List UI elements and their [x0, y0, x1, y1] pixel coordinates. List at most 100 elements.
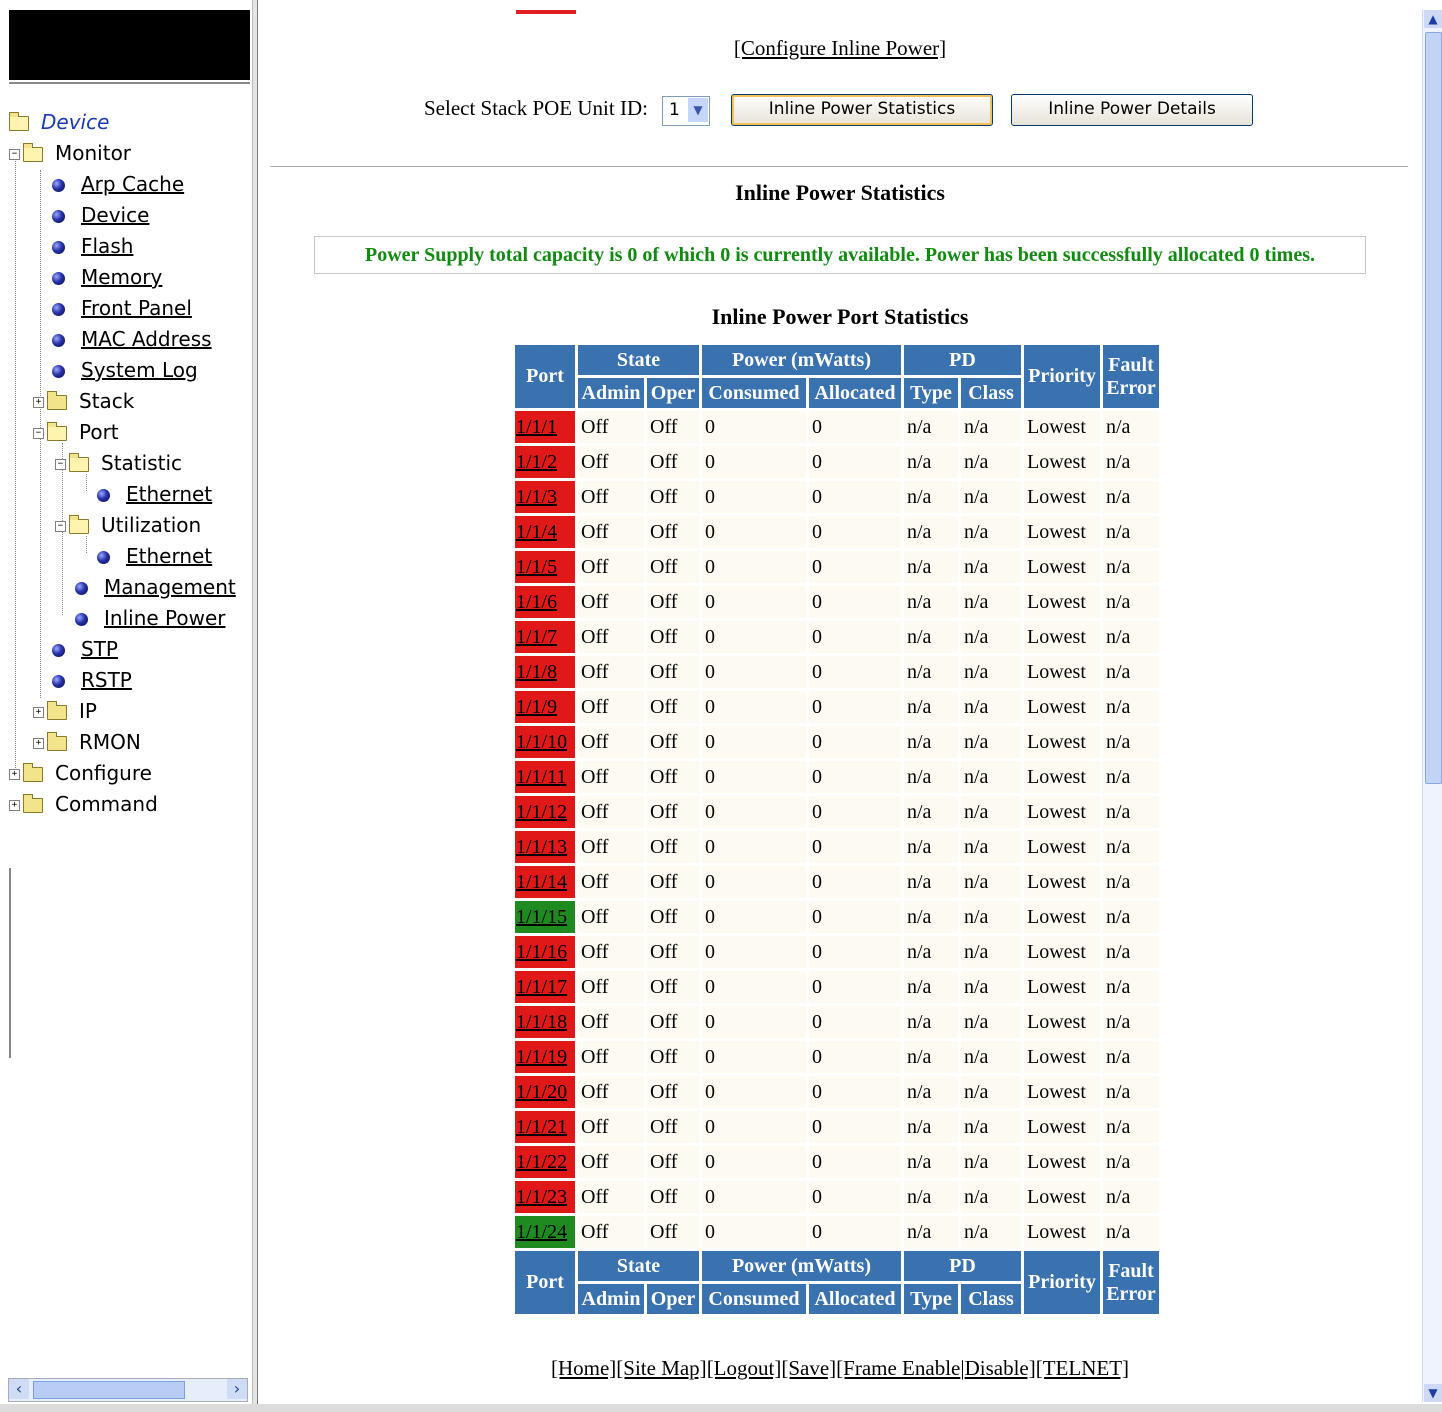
port-cell[interactable]: 1/1/2 [515, 446, 575, 478]
minus-box-icon[interactable]: − [9, 149, 20, 160]
nav-horizontal-scrollbar[interactable]: ‹ › [8, 1378, 248, 1402]
frame-enable-link[interactable]: [Frame Enable [836, 1356, 960, 1380]
col-fault-error: Fault Error [1103, 1251, 1159, 1314]
plus-box-icon[interactable]: + [33, 707, 44, 718]
folder-icon [47, 701, 67, 720]
tree-link[interactable]: Front Panel [81, 296, 192, 320]
tree-item-stp[interactable]: STP [52, 635, 118, 663]
port-cell[interactable]: 1/1/13 [515, 831, 575, 863]
port-cell[interactable]: 1/1/18 [515, 1006, 575, 1038]
tree-link[interactable]: STP [81, 637, 118, 661]
tree-node-configure[interactable]: + Configure [9, 759, 152, 787]
port-cell[interactable]: 1/1/5 [515, 551, 575, 583]
port-cell[interactable]: 1/1/8 [515, 656, 575, 688]
tree-item-front-panel[interactable]: Front Panel [52, 294, 192, 322]
port-cell[interactable]: 1/1/16 [515, 936, 575, 968]
tree-node-port[interactable]: − Port [33, 418, 119, 446]
port-cell[interactable]: 1/1/23 [515, 1181, 575, 1213]
tree-item-system-log[interactable]: System Log [52, 356, 198, 384]
tree-node-command[interactable]: + Command [9, 790, 158, 818]
scroll-thumb[interactable] [33, 1381, 185, 1399]
minus-box-icon[interactable]: − [55, 459, 66, 470]
tree-node-rmon[interactable]: + RMON [33, 728, 141, 756]
home-link[interactable]: [Home] [551, 1356, 616, 1380]
priority-cell: Lowest [1024, 481, 1100, 513]
port-cell[interactable]: 1/1/1 [515, 411, 575, 443]
port-cell[interactable]: 1/1/11 [515, 761, 575, 793]
inline-power-details-button[interactable]: Inline Power Details [1011, 94, 1253, 126]
admin-cell: Off [578, 1181, 644, 1213]
tree-node-utilization[interactable]: − Utilization [55, 511, 201, 539]
scroll-left-icon[interactable]: ‹ [9, 1379, 29, 1399]
port-cell[interactable]: 1/1/24 [515, 1216, 575, 1248]
tree-link[interactable]: MAC Address [81, 327, 212, 351]
tree-item-flash[interactable]: Flash [52, 232, 133, 260]
tree-link[interactable]: Ethernet [126, 544, 212, 568]
priority-cell: Lowest [1024, 1111, 1100, 1143]
tree-item-arp-cache[interactable]: Arp Cache [52, 170, 184, 198]
tree-item-management[interactable]: Management [75, 573, 236, 601]
port-cell[interactable]: 1/1/4 [515, 516, 575, 548]
logout-link[interactable]: [Logout] [707, 1356, 782, 1380]
tree-item-rstp[interactable]: RSTP [52, 666, 132, 694]
main-vertical-scrollbar[interactable]: ▲ ▼ [1422, 10, 1442, 1402]
port-cell[interactable]: 1/1/12 [515, 796, 575, 828]
port-cell[interactable]: 1/1/17 [515, 971, 575, 1003]
tree-item-device[interactable]: Device [52, 201, 149, 229]
save-link[interactable]: [Save] [781, 1356, 836, 1380]
port-cell[interactable]: 1/1/9 [515, 691, 575, 723]
unit-id-select[interactable]: 1 ▼ [662, 96, 710, 126]
port-cell[interactable]: 1/1/14 [515, 866, 575, 898]
tree-link[interactable]: System Log [81, 358, 198, 382]
port-cell[interactable]: 1/1/7 [515, 621, 575, 653]
tree-item-utilization-ethernet[interactable]: Ethernet [97, 542, 212, 570]
scroll-right-icon[interactable]: › [227, 1379, 247, 1399]
chevron-down-icon[interactable]: ▼ [688, 98, 708, 122]
consumed-cell: 0 [702, 866, 806, 898]
minus-box-icon[interactable]: − [55, 521, 66, 532]
tree-link[interactable]: Device [81, 203, 149, 227]
port-cell[interactable]: 1/1/10 [515, 726, 575, 758]
oper-cell: Off [647, 1041, 699, 1073]
tree-link[interactable]: Flash [81, 234, 133, 258]
site-map-link[interactable]: [Site Map] [616, 1356, 706, 1380]
plus-box-icon[interactable]: + [9, 769, 20, 780]
tree-item-statistic-ethernet[interactable]: Ethernet [97, 480, 212, 508]
scroll-up-icon[interactable]: ▲ [1424, 10, 1442, 28]
type-cell: n/a [904, 1146, 958, 1178]
tree-link[interactable]: Inline Power [104, 606, 226, 630]
port-cell[interactable]: 1/1/3 [515, 481, 575, 513]
tree-link[interactable]: Arp Cache [81, 172, 184, 196]
tree-link[interactable]: Ethernet [126, 482, 212, 506]
minus-box-icon[interactable]: − [33, 428, 44, 439]
tree-node-stack[interactable]: + Stack [33, 387, 134, 415]
tree-link[interactable]: Management [104, 575, 236, 599]
tree-node-monitor[interactable]: − Monitor [9, 139, 131, 167]
telnet-link[interactable]: [TELNET] [1036, 1356, 1129, 1380]
port-cell[interactable]: 1/1/20 [515, 1076, 575, 1108]
tree-item-inline-power[interactable]: Inline Power [75, 604, 226, 632]
admin-cell: Off [578, 796, 644, 828]
plus-box-icon[interactable]: + [33, 397, 44, 408]
scroll-down-icon[interactable]: ▼ [1424, 1384, 1442, 1402]
scroll-thumb[interactable] [1425, 32, 1442, 784]
port-cell[interactable]: 1/1/19 [515, 1041, 575, 1073]
tree-item-mac-address[interactable]: MAC Address [52, 325, 212, 353]
tree-item-memory[interactable]: Memory [52, 263, 162, 291]
plus-box-icon[interactable]: + [33, 738, 44, 749]
tree-link[interactable]: RSTP [81, 668, 132, 692]
plus-box-icon[interactable]: + [9, 800, 20, 811]
folder-icon [47, 732, 67, 751]
tree-node-statistic[interactable]: − Statistic [55, 449, 182, 477]
port-cell[interactable]: 1/1/15 [515, 901, 575, 933]
port-cell[interactable]: 1/1/22 [515, 1146, 575, 1178]
port-cell[interactable]: 1/1/6 [515, 586, 575, 618]
port-cell[interactable]: 1/1/21 [515, 1111, 575, 1143]
priority-cell: Lowest [1024, 971, 1100, 1003]
tree-node-ip[interactable]: + IP [33, 697, 97, 725]
configure-inline-power-link[interactable]: [Configure Inline Power] [734, 36, 946, 60]
tree-root-device[interactable]: Device [9, 108, 109, 136]
inline-power-statistics-button[interactable]: Inline Power Statistics [731, 94, 993, 126]
tree-link[interactable]: Memory [81, 265, 162, 289]
frame-disable-link[interactable]: Disable] [965, 1356, 1036, 1380]
